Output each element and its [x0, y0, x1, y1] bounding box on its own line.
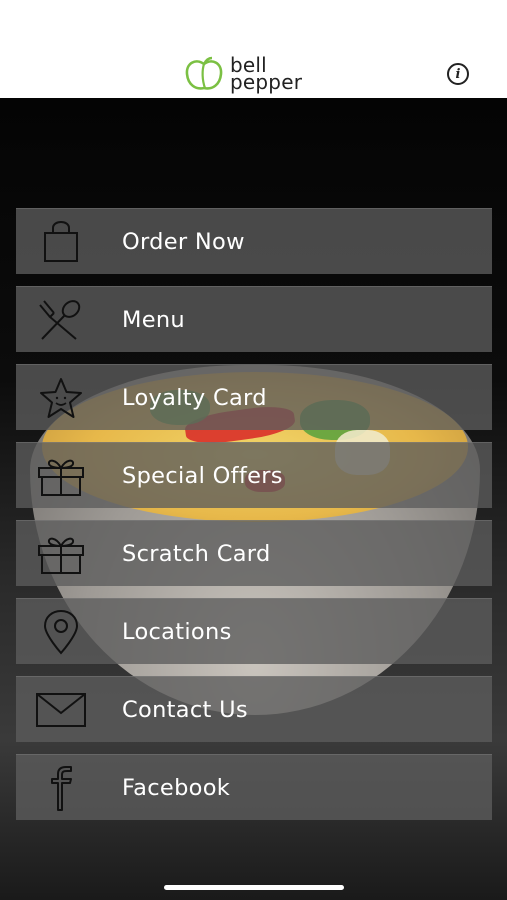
menu-item-label: Loyalty Card [122, 384, 267, 411]
menu-item-contact-us[interactable]: Contact Us [16, 676, 492, 742]
menu-item-label: Order Now [122, 228, 245, 255]
gift-icon [36, 452, 86, 500]
menu-item-special-offers[interactable]: Special Offers [16, 442, 492, 508]
envelope-icon [36, 686, 86, 734]
facebook-icon [36, 764, 86, 812]
menu-item-scratch-card[interactable]: Scratch Card [16, 520, 492, 586]
menu-item-loyalty-card[interactable]: Loyalty Card [16, 364, 492, 430]
pepper-logo-icon [185, 56, 223, 90]
gift-icon [36, 530, 86, 578]
info-button[interactable]: i [447, 63, 469, 85]
menu-item-label: Facebook [122, 774, 231, 801]
menu-item-facebook[interactable]: Facebook [16, 754, 492, 820]
menu-item-menu[interactable]: Menu [16, 286, 492, 352]
info-icon: i [455, 66, 461, 82]
menu-item-label: Menu [122, 306, 185, 333]
menu-item-label: Locations [122, 618, 232, 645]
logo-text-pepper: pepper [230, 70, 303, 94]
bell-pepper-logo: bell pepper [184, 54, 302, 94]
app-header: bell pepper i [0, 0, 507, 98]
menu-item-label: Special Offers [122, 462, 283, 489]
star-face-icon [36, 374, 86, 422]
menu-item-label: Scratch Card [122, 540, 271, 567]
menu-item-order-now[interactable]: Order Now [16, 208, 492, 274]
menu-item-locations[interactable]: Locations [16, 598, 492, 664]
location-pin-icon [36, 608, 86, 656]
home-indicator[interactable] [164, 885, 344, 890]
shopping-bag-icon [36, 218, 86, 266]
menu-item-label: Contact Us [122, 696, 248, 723]
spoon-fork-icon [36, 296, 86, 344]
